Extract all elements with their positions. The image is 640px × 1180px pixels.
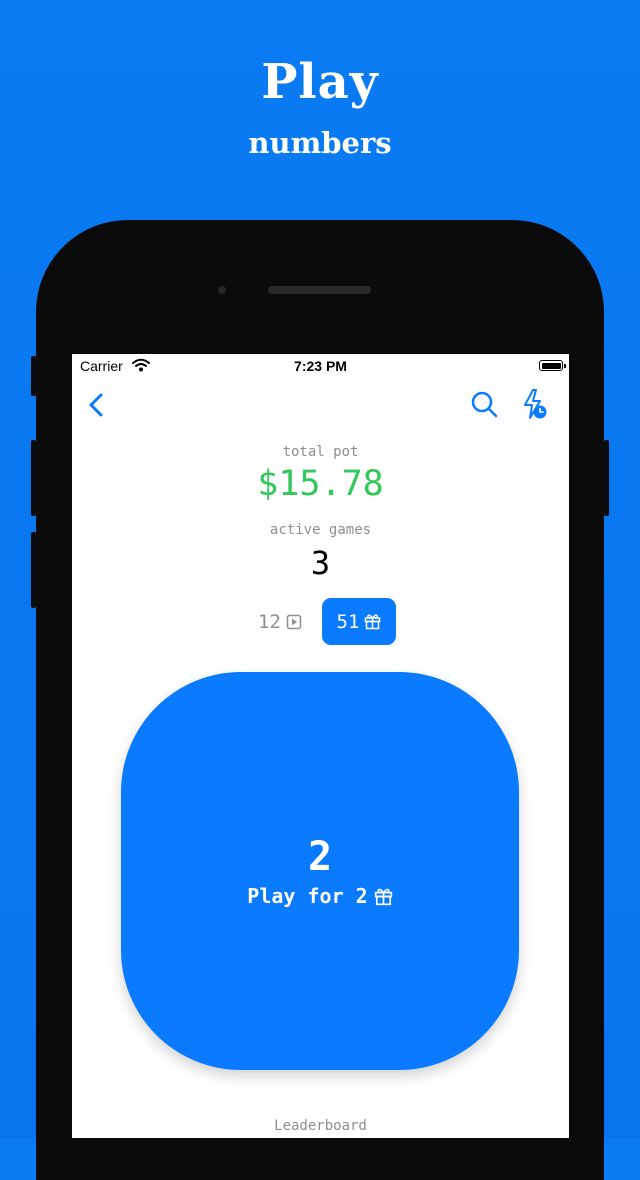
gifts-count: 51 <box>336 610 360 633</box>
plays-count: 12 <box>258 611 281 633</box>
battery-icon <box>539 360 566 371</box>
promo-title: Play <box>261 54 379 110</box>
play-button[interactable]: 2 Play for 2 <box>121 672 519 1070</box>
active-games-label: active games <box>269 522 372 538</box>
total-pot-label: total pot <box>282 444 359 460</box>
volume-up-button <box>31 440 36 516</box>
status-time: 7:23 PM <box>294 358 347 374</box>
status-bar: Carrier 7:23 PM <box>72 354 569 380</box>
gifts-tab[interactable]: 51 <box>322 598 396 645</box>
app-screen: Carrier 7:23 PM total pot $15.78 active … <box>72 354 569 1138</box>
activity-button[interactable] <box>520 388 550 422</box>
camera-dot <box>218 286 226 294</box>
play-number: 2 <box>307 834 333 880</box>
power-button <box>604 440 609 516</box>
gift-icon <box>374 888 392 905</box>
promo-subtitle: numbers <box>248 126 392 160</box>
back-button[interactable] <box>84 390 112 420</box>
total-pot-value: $15.78 <box>257 464 384 504</box>
search-button[interactable] <box>470 390 500 420</box>
speaker-grille <box>268 286 371 294</box>
mute-switch <box>31 356 36 396</box>
volume-down-button <box>31 532 36 608</box>
play-label: Play for 2 <box>247 884 368 908</box>
gift-icon <box>365 614 381 630</box>
play-square-icon <box>286 614 302 630</box>
chevron-left-icon <box>89 393 103 417</box>
bolt-clock-icon <box>524 389 547 419</box>
plays-tab[interactable]: 12 <box>244 598 316 646</box>
active-games-value: 3 <box>310 544 331 582</box>
play-label-row: Play for 2 <box>121 884 519 908</box>
search-icon <box>471 391 498 418</box>
leaderboard-link[interactable]: Leaderboard <box>72 1118 569 1134</box>
